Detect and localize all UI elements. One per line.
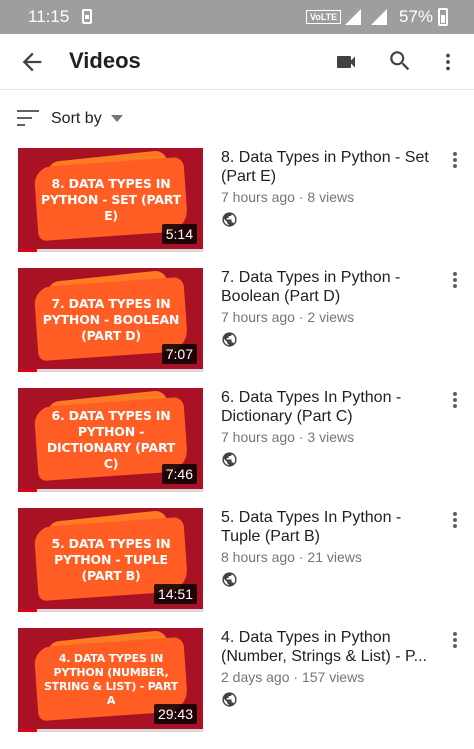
video-views: 157 views [301,669,365,685]
battery-icon [438,8,448,26]
video-views: 3 views [307,429,355,445]
video-item[interactable]: 6. DATA TYPES IN PYTHON - DICTIONARY (PA… [0,388,474,492]
arrow-back-icon[interactable] [18,48,46,76]
video-duration: 5:14 [161,224,197,244]
watch-progress-fill [18,489,37,492]
thumbnail-text: 7. DATA TYPES IN PYTHON - BOOLEAN (PART … [42,296,180,343]
video-meta: 7 hours ago · 2 views [221,309,355,325]
thumbnail-text: 4. DATA TYPES IN PYTHON (NUMBER, STRING … [43,652,179,707]
public-globe-icon [222,212,237,227]
video-age: 7 hours ago [221,189,295,205]
video-title[interactable]: 7. Data Types in Python - Boolean (Part … [221,268,441,306]
watch-progress-fill [18,609,37,612]
public-globe-icon [222,572,237,587]
video-title[interactable]: 5. Data Types In Python - Tuple (Part B) [221,508,441,546]
video-thumbnail[interactable]: 6. DATA TYPES IN PYTHON - DICTIONARY (PA… [18,388,203,492]
more-vertical-icon [453,152,457,156]
thumbnail-text: 8. DATA TYPES IN PYTHON - SET (PART E) [41,176,181,223]
watch-progress-bar [18,369,203,372]
status-time: 11:15 [28,7,70,26]
video-age: 2 days ago [221,669,290,685]
video-duration: 7:07 [161,344,197,364]
video-item[interactable]: 7. DATA TYPES IN PYTHON - BOOLEAN (PART … [0,268,474,372]
video-more-icon[interactable] [446,510,464,532]
video-thumbnail[interactable]: 5. DATA TYPES IN PYTHON - TUPLE (PART B)… [18,508,203,612]
video-meta: 7 hours ago · 3 views [221,429,355,445]
video-title[interactable]: 8. Data Types in Python - Set (Part E) [221,148,441,186]
page-title: Videos [69,48,141,73]
video-more-icon[interactable] [446,390,464,412]
video-more-icon[interactable] [446,630,464,652]
video-item[interactable]: 4. DATA TYPES IN PYTHON (NUMBER, STRING … [0,628,474,732]
more-vertical-icon [453,632,457,636]
sort-by-button[interactable]: Sort by [0,98,474,142]
video-views: 2 views [307,309,355,325]
more-vertical-icon [453,512,457,516]
video-thumbnail[interactable]: 8. DATA TYPES IN PYTHON - SET (PART E) 5… [18,148,203,252]
video-age: 8 hours ago [221,549,295,565]
video-more-icon[interactable] [446,150,464,172]
more-vertical-icon[interactable] [437,48,459,76]
thumbnail-text: 5. DATA TYPES IN PYTHON - TUPLE (PART B) [51,536,171,583]
video-title[interactable]: 4. Data Types in Python (Number, Strings… [221,628,441,666]
battery-level: 57% [399,7,434,26]
watch-progress-bar [18,489,203,492]
video-meta: 7 hours ago · 8 views [221,189,355,205]
watch-progress-bar [18,249,203,252]
video-meta: 8 hours ago · 21 views [221,549,362,565]
video-age: 7 hours ago [221,429,295,445]
signal-icon [371,9,387,25]
video-views: 8 views [307,189,355,205]
public-globe-icon [222,332,237,347]
notification-icon [82,9,92,24]
chevron-down-icon [111,115,123,122]
sort-icon [17,110,39,126]
watch-progress-fill [18,249,37,252]
video-item[interactable]: 8. DATA TYPES IN PYTHON - SET (PART E) 5… [0,148,474,252]
video-age: 7 hours ago [221,309,295,325]
video-duration: 29:43 [153,704,197,724]
video-meta: 2 days ago · 157 views [221,669,365,685]
video-more-icon[interactable] [446,270,464,292]
watch-progress-fill [18,369,37,372]
more-vertical-icon [453,392,457,396]
watch-progress-fill [18,729,37,732]
watch-progress-bar [18,729,203,732]
video-title[interactable]: 6. Data Types In Python - Dictionary (Pa… [221,388,441,426]
watch-progress-bar [18,609,203,612]
sort-by-label: Sort by [51,110,102,127]
more-vertical-icon [453,272,457,276]
video-item[interactable]: 5. DATA TYPES IN PYTHON - TUPLE (PART B)… [0,508,474,612]
signal-icon [345,9,361,25]
video-thumbnail[interactable]: 4. DATA TYPES IN PYTHON (NUMBER, STRING … [18,628,203,732]
public-globe-icon [222,692,237,707]
video-duration: 7:46 [161,464,197,484]
volte-badge: VoLTE [306,10,342,24]
app-bar: Videos [0,34,474,90]
public-globe-icon [222,452,237,467]
status-bar: 11:15 VoLTE 57% [0,0,474,34]
video-thumbnail[interactable]: 7. DATA TYPES IN PYTHON - BOOLEAN (PART … [18,268,203,372]
search-icon[interactable] [387,48,413,74]
thumbnail-text: 6. DATA TYPES IN PYTHON - DICTIONARY (PA… [46,408,176,471]
video-duration: 14:51 [153,584,197,604]
video-camera-icon[interactable] [333,50,359,74]
video-views: 21 views [307,549,362,565]
